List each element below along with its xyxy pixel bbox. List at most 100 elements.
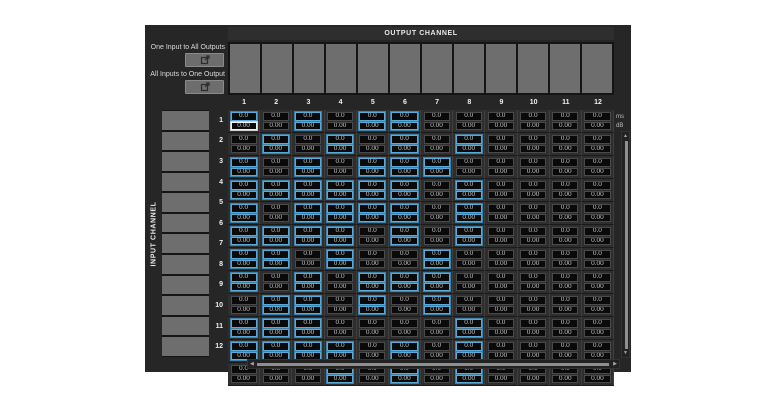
gain-db-field[interactable]: 0.00 (295, 122, 321, 131)
gain-db-field[interactable]: 0.00 (359, 191, 385, 200)
delay-ms-field[interactable]: 0.0 (488, 204, 514, 213)
input-channel-block[interactable] (162, 296, 209, 315)
input-channel-block[interactable] (162, 255, 209, 274)
gain-db-field[interactable]: 0.00 (424, 375, 450, 384)
delay-ms-field[interactable]: 0.0 (520, 342, 546, 351)
delay-ms-field[interactable]: 0.0 (359, 135, 385, 144)
gain-db-field[interactable]: 0.00 (359, 237, 385, 246)
delay-ms-field[interactable]: 0.0 (456, 227, 482, 236)
delay-ms-field[interactable]: 0.0 (231, 250, 257, 259)
input-channel-block[interactable] (162, 234, 209, 253)
scroll-right-icon[interactable]: ▶ (613, 360, 617, 368)
gain-db-field[interactable]: 0.00 (359, 122, 385, 131)
delay-ms-field[interactable]: 0.0 (359, 227, 385, 236)
delay-ms-field[interactable]: 0.0 (456, 204, 482, 213)
gain-db-field[interactable]: 0.00 (231, 306, 257, 315)
delay-ms-field[interactable]: 0.0 (327, 158, 353, 167)
gain-db-field[interactable]: 0.00 (263, 214, 289, 223)
input-channel-block[interactable] (162, 193, 209, 212)
delay-ms-field[interactable]: 0.0 (295, 342, 321, 351)
gain-db-field[interactable]: 0.00 (327, 122, 353, 131)
gain-db-field[interactable]: 0.00 (552, 283, 578, 292)
delay-ms-field[interactable]: 0.0 (552, 204, 578, 213)
gain-db-field[interactable]: 0.00 (424, 191, 450, 200)
gain-db-field[interactable]: 0.00 (584, 122, 610, 131)
delay-ms-field[interactable]: 0.0 (231, 342, 257, 351)
gain-db-field[interactable]: 0.00 (584, 260, 610, 269)
gain-db-field[interactable]: 0.00 (456, 237, 482, 246)
gain-db-field[interactable]: 0.00 (231, 237, 257, 246)
gain-db-field[interactable]: 0.00 (391, 214, 417, 223)
delay-ms-field[interactable]: 0.0 (359, 319, 385, 328)
delay-ms-field[interactable]: 0.0 (231, 181, 257, 190)
gain-db-field[interactable]: 0.00 (231, 260, 257, 269)
gain-db-field[interactable]: 0.00 (552, 260, 578, 269)
delay-ms-field[interactable]: 0.0 (263, 181, 289, 190)
gain-db-field[interactable]: 0.00 (520, 122, 546, 131)
gain-db-field[interactable]: 0.00 (520, 168, 546, 177)
gain-db-field[interactable]: 0.00 (456, 283, 482, 292)
gain-db-field[interactable]: 0.00 (552, 375, 578, 384)
delay-ms-field[interactable]: 0.0 (231, 158, 257, 167)
gain-db-field[interactable]: 0.00 (391, 145, 417, 154)
delay-ms-field[interactable]: 0.0 (520, 158, 546, 167)
gain-db-field[interactable]: 0.00 (584, 306, 610, 315)
delay-ms-field[interactable]: 0.0 (359, 181, 385, 190)
gain-db-field[interactable]: 0.00 (231, 214, 257, 223)
output-channel-block[interactable] (582, 44, 612, 93)
delay-ms-field[interactable]: 0.0 (295, 204, 321, 213)
gain-db-field[interactable]: 0.00 (456, 168, 482, 177)
horizontal-scrollbar[interactable]: ◀ ▶ (247, 359, 620, 369)
gain-db-field[interactable]: 0.00 (263, 260, 289, 269)
delay-ms-field[interactable]: 0.0 (488, 273, 514, 282)
gain-db-field[interactable]: 0.00 (488, 122, 514, 131)
gain-db-field[interactable]: 0.00 (359, 375, 385, 384)
gain-db-field[interactable]: 0.00 (327, 260, 353, 269)
gain-db-field[interactable]: 0.00 (295, 283, 321, 292)
delay-ms-field[interactable]: 0.0 (295, 112, 321, 121)
delay-ms-field[interactable]: 0.0 (520, 181, 546, 190)
gain-db-field[interactable]: 0.00 (456, 145, 482, 154)
gain-db-field[interactable]: 0.00 (552, 168, 578, 177)
gain-db-field[interactable]: 0.00 (359, 306, 385, 315)
gain-db-field[interactable]: 0.00 (520, 145, 546, 154)
delay-ms-field[interactable]: 0.0 (359, 158, 385, 167)
output-channel-block[interactable] (486, 44, 516, 93)
gain-db-field[interactable]: 0.00 (584, 375, 610, 384)
gain-db-field[interactable]: 0.00 (456, 260, 482, 269)
gain-db-field[interactable]: 0.00 (231, 375, 257, 384)
input-channel-block[interactable] (162, 111, 209, 130)
gain-db-field[interactable]: 0.00 (295, 329, 321, 338)
delay-ms-field[interactable]: 0.0 (424, 250, 450, 259)
gain-db-field[interactable]: 0.00 (231, 191, 257, 200)
delay-ms-field[interactable]: 0.0 (391, 135, 417, 144)
gain-db-field[interactable]: 0.00 (456, 329, 482, 338)
delay-ms-field[interactable]: 0.0 (552, 135, 578, 144)
gain-db-field[interactable]: 0.00 (456, 214, 482, 223)
gain-db-field[interactable]: 0.00 (391, 306, 417, 315)
delay-ms-field[interactable]: 0.0 (456, 112, 482, 121)
delay-ms-field[interactable]: 0.0 (295, 273, 321, 282)
delay-ms-field[interactable]: 0.0 (520, 135, 546, 144)
output-channel-block[interactable] (390, 44, 420, 93)
delay-ms-field[interactable]: 0.0 (552, 296, 578, 305)
gain-db-field[interactable]: 0.00 (552, 237, 578, 246)
delay-ms-field[interactable]: 0.0 (456, 296, 482, 305)
delay-ms-field[interactable]: 0.0 (520, 319, 546, 328)
gain-db-field[interactable]: 0.00 (424, 306, 450, 315)
delay-ms-field[interactable]: 0.0 (424, 319, 450, 328)
delay-ms-field[interactable]: 0.0 (231, 112, 257, 121)
gain-db-field[interactable]: 0.00 (327, 145, 353, 154)
delay-ms-field[interactable]: 0.0 (359, 112, 385, 121)
gain-db-field[interactable]: 0.00 (327, 329, 353, 338)
gain-db-field[interactable]: 0.00 (488, 214, 514, 223)
delay-ms-field[interactable]: 0.0 (584, 227, 610, 236)
delay-ms-field[interactable]: 0.0 (295, 296, 321, 305)
gain-db-field[interactable]: 0.00 (295, 145, 321, 154)
delay-ms-field[interactable]: 0.0 (263, 273, 289, 282)
delay-ms-field[interactable]: 0.0 (424, 296, 450, 305)
vertical-scrollbar[interactable]: ▲ ▼ (621, 131, 630, 358)
delay-ms-field[interactable]: 0.0 (327, 135, 353, 144)
gain-db-field[interactable]: 0.00 (263, 122, 289, 131)
delay-ms-field[interactable]: 0.0 (456, 273, 482, 282)
